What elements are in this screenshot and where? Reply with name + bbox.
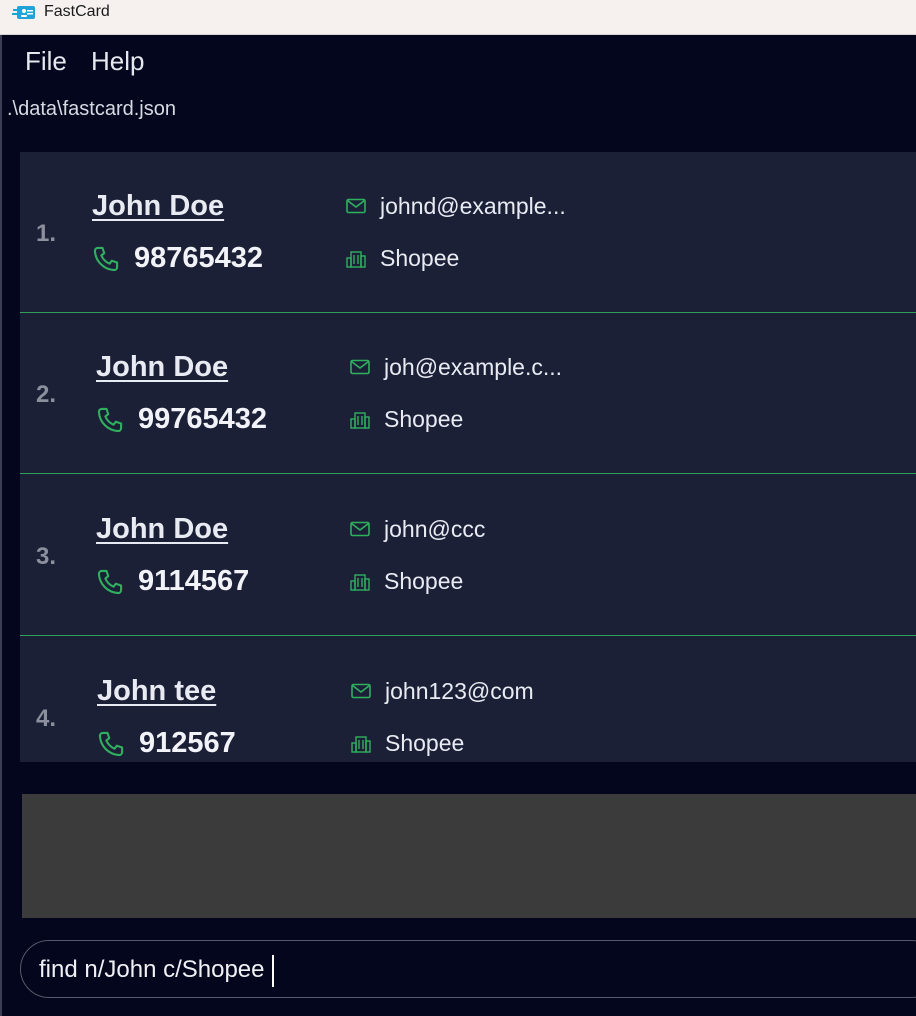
contact-index: 1. (36, 220, 57, 247)
contact-phone: 9114567 (138, 565, 250, 597)
title-bar: FastCard (0, 0, 916, 35)
mail-icon (350, 521, 370, 537)
result-display (22, 794, 916, 918)
mail-icon (350, 359, 370, 375)
building-icon (351, 736, 371, 753)
building-icon (350, 574, 370, 591)
contact-card[interactable]: 1. John Doe 98765432 johnd@example... Sh… (20, 152, 916, 313)
contact-phone: 99765432 (138, 403, 268, 435)
phone-icon (97, 569, 123, 595)
contact-phone: 98765432 (134, 242, 264, 274)
command-input[interactable] (39, 955, 899, 985)
contact-list[interactable]: 1. John Doe 98765432 johnd@example... Sh… (20, 152, 916, 762)
contact-company: Shopee (385, 730, 465, 756)
fastcard-app-icon (12, 6, 35, 19)
contact-email: john@ccc (384, 516, 486, 542)
mail-icon (346, 198, 366, 214)
contact-company: Shopee (384, 406, 464, 432)
menu-help[interactable]: Help (91, 46, 144, 77)
contact-name: John Doe (96, 513, 229, 545)
contact-company: Shopee (380, 245, 460, 271)
contact-index: 3. (36, 543, 57, 570)
phone-icon (98, 731, 124, 757)
window-title: FastCard (44, 3, 110, 20)
contact-company: Shopee (384, 568, 464, 594)
contact-email: joh@example.c... (384, 354, 563, 380)
contact-index: 4. (36, 705, 57, 732)
mail-icon (351, 683, 371, 699)
main-window: File Help .\data\fastcard.json 1. John D… (0, 35, 916, 1016)
contact-phone: 912567 (139, 727, 236, 759)
contact-index: 2. (36, 381, 57, 408)
text-caret (272, 955, 274, 987)
building-icon (350, 412, 370, 429)
contact-card[interactable]: 4. John tee 912567 john123@com Shopee (20, 637, 916, 762)
data-file-path: .\data\fastcard.json (7, 98, 176, 120)
menu-bar: File Help (2, 35, 916, 89)
command-box[interactable] (20, 940, 916, 998)
contact-name: John Doe (92, 190, 225, 222)
phone-icon (93, 246, 119, 272)
contact-email: johnd@example... (380, 193, 566, 219)
contact-card[interactable]: 3. John Doe 9114567 john@ccc Shopee (20, 475, 916, 636)
building-icon (346, 251, 366, 268)
contact-card[interactable]: 2. John Doe 99765432 joh@example.c... Sh… (20, 313, 916, 474)
menu-file[interactable]: File (25, 46, 67, 77)
contact-name: John tee (97, 675, 217, 707)
contact-name: John Doe (96, 351, 229, 383)
phone-icon (97, 407, 123, 433)
contact-email: john123@com (385, 678, 534, 704)
